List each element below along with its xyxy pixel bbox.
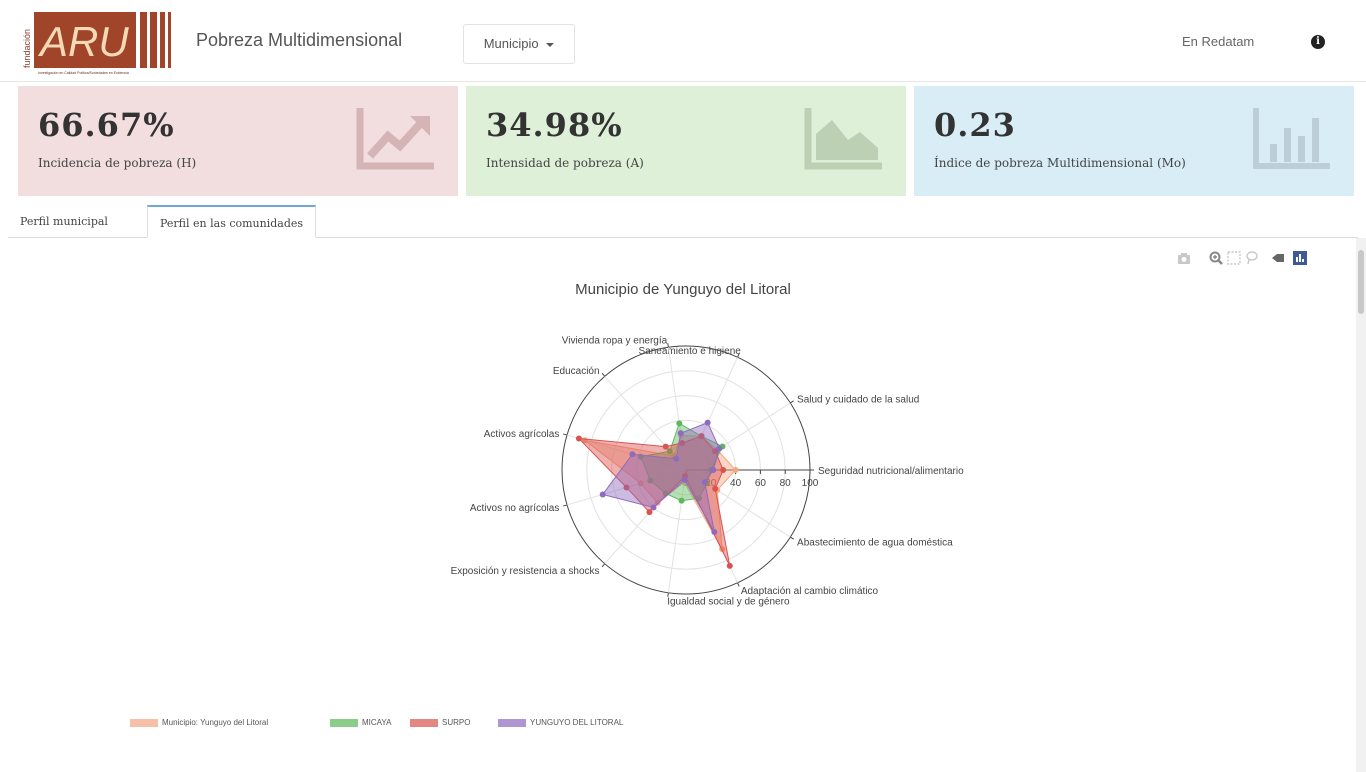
aru-logo[interactable]: fundación ARU Investigación en Calidad P… <box>18 8 180 76</box>
logo-caption: Investigación en Calidad Política/Socied… <box>38 71 129 75</box>
legend-item[interactable]: Municipio: Yunguyo del Litoral <box>130 718 268 727</box>
bar-chart-icon <box>1253 108 1330 169</box>
chart-title: Municipio de Yunguyo del Litoral <box>575 281 791 298</box>
camera-icon[interactable] <box>1176 250 1192 266</box>
legend-item[interactable]: MICAYA <box>330 718 391 727</box>
zoom-icon[interactable] <box>1208 250 1224 266</box>
mpi-card: 0.23 Índice de pobreza Multidimensional … <box>914 86 1354 196</box>
incidence-card: 66.67% Incidencia de pobreza (H) <box>18 86 458 196</box>
legend-label: SURPO <box>442 718 471 727</box>
profile-tabs: Perfil municipal Perfil en las comunidad… <box>8 205 1358 238</box>
logo-side-text: fundación <box>22 29 32 68</box>
legend-swatch <box>410 718 438 727</box>
caret-down-icon <box>546 42 555 47</box>
incidence-label: Incidencia de pobreza (H) <box>38 156 197 170</box>
intensity-card: 34.98% Intensidad de pobreza (A) <box>466 86 906 196</box>
pan-icon[interactable] <box>1270 250 1286 266</box>
tab-perfil-municipal[interactable]: Perfil municipal <box>8 205 120 238</box>
info-icon[interactable]: i <box>1311 35 1325 49</box>
legend-swatch <box>130 718 158 727</box>
legend-label: Municipio: Yunguyo del Litoral <box>162 718 269 727</box>
legend-item[interactable]: SURPO <box>410 718 470 727</box>
legend-label: YUNGUYO DEL LITORAL <box>530 718 624 727</box>
area-chart-icon <box>804 108 882 170</box>
legend-label: MICAYA <box>362 718 392 727</box>
incidence-value: 66.67% <box>38 106 175 144</box>
intensity-label: Intensidad de pobreza (A) <box>486 156 644 170</box>
lasso-icon[interactable] <box>1244 250 1260 266</box>
brand-title[interactable]: Pobreza Multidimensional <box>196 30 402 51</box>
navbar: fundación ARU Investigación en Calidad P… <box>0 0 1366 82</box>
scrollbar-thumb[interactable] <box>1358 250 1364 314</box>
page-scrollbar[interactable] <box>1356 238 1366 772</box>
municipio-dropdown[interactable]: Municipio <box>463 24 575 64</box>
legend-item[interactable]: YUNGUYO DEL LITORAL <box>498 718 623 727</box>
chart-panel <box>8 238 1358 772</box>
box-select-icon[interactable] <box>1226 250 1242 266</box>
intensity-value: 34.98% <box>486 106 623 144</box>
line-chart-icon <box>356 108 434 170</box>
legend-swatch <box>498 718 526 727</box>
logo-text: ARU <box>37 18 129 65</box>
legend-swatch <box>330 718 358 727</box>
dropdown-label: Municipio <box>483 36 539 51</box>
mpi-label: Índice de pobreza Multidimensional (Mo) <box>934 156 1186 170</box>
redatam-link[interactable]: En Redatam <box>1182 34 1254 49</box>
plotly-logo-icon[interactable] <box>1292 250 1308 266</box>
mpi-value: 0.23 <box>934 106 1016 144</box>
tab-perfil-comunidades[interactable]: Perfil en las comunidades <box>147 205 317 238</box>
